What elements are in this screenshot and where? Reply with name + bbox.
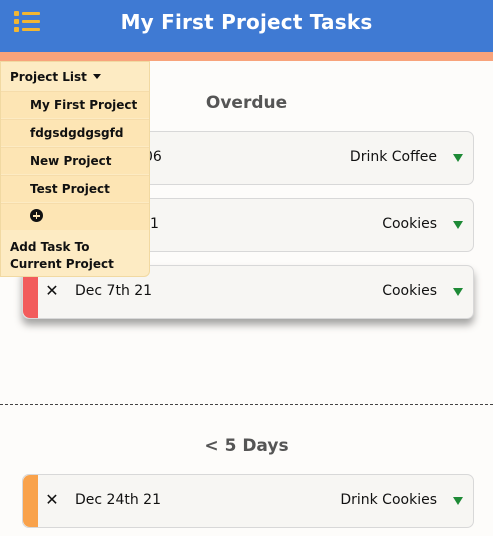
- task-date: Dec 7th 21: [75, 283, 153, 299]
- section-title-5-days: < 5 Days: [204, 436, 289, 456]
- task-name: Drink Coffee: [349, 149, 437, 165]
- plus-circle-icon: [30, 209, 43, 222]
- expand-caret-icon[interactable]: [453, 221, 463, 229]
- task-name: Cookies: [382, 216, 437, 232]
- task-card[interactable]: ✕ Dec 24th 21 Drink Cookies: [22, 474, 474, 528]
- project-item-label: Test Project: [30, 182, 110, 196]
- remove-task-icon[interactable]: ✕: [45, 491, 59, 509]
- header-accent-strip: [0, 52, 493, 61]
- project-item[interactable]: New Project: [1, 147, 149, 174]
- section-divider: [0, 404, 493, 405]
- expand-caret-icon[interactable]: [453, 154, 463, 162]
- add-task-button[interactable]: Add Task To Current Project: [10, 239, 145, 273]
- project-item[interactable]: fdgsdgdgsgfd: [1, 119, 149, 146]
- project-list-toggle[interactable]: Project List: [10, 70, 101, 84]
- expand-caret-icon[interactable]: [453, 497, 463, 505]
- task-name: Drink Cookies: [340, 492, 437, 508]
- expand-caret-icon[interactable]: [453, 288, 463, 296]
- remove-task-icon[interactable]: ✕: [45, 282, 59, 300]
- project-dropdown: Project List My First Project fdgsdgdgsg…: [0, 61, 150, 277]
- task-date: Dec 24th 21: [75, 492, 161, 508]
- page-title: My First Project Tasks: [120, 10, 373, 34]
- project-item-label: New Project: [30, 154, 112, 168]
- task-date: 1: [150, 216, 159, 232]
- app-header: My First Project Tasks: [0, 0, 493, 52]
- add-project-button[interactable]: [1, 203, 149, 230]
- caret-down-icon: [92, 74, 101, 79]
- priority-stripe: [23, 475, 38, 527]
- project-list-label: Project List: [10, 70, 87, 84]
- project-item[interactable]: My First Project: [1, 91, 149, 118]
- project-item-label: fdgsdgdgsgfd: [30, 126, 124, 140]
- task-name: Cookies: [382, 283, 437, 299]
- project-item[interactable]: Test Project: [1, 175, 149, 202]
- project-item-label: My First Project: [30, 98, 138, 112]
